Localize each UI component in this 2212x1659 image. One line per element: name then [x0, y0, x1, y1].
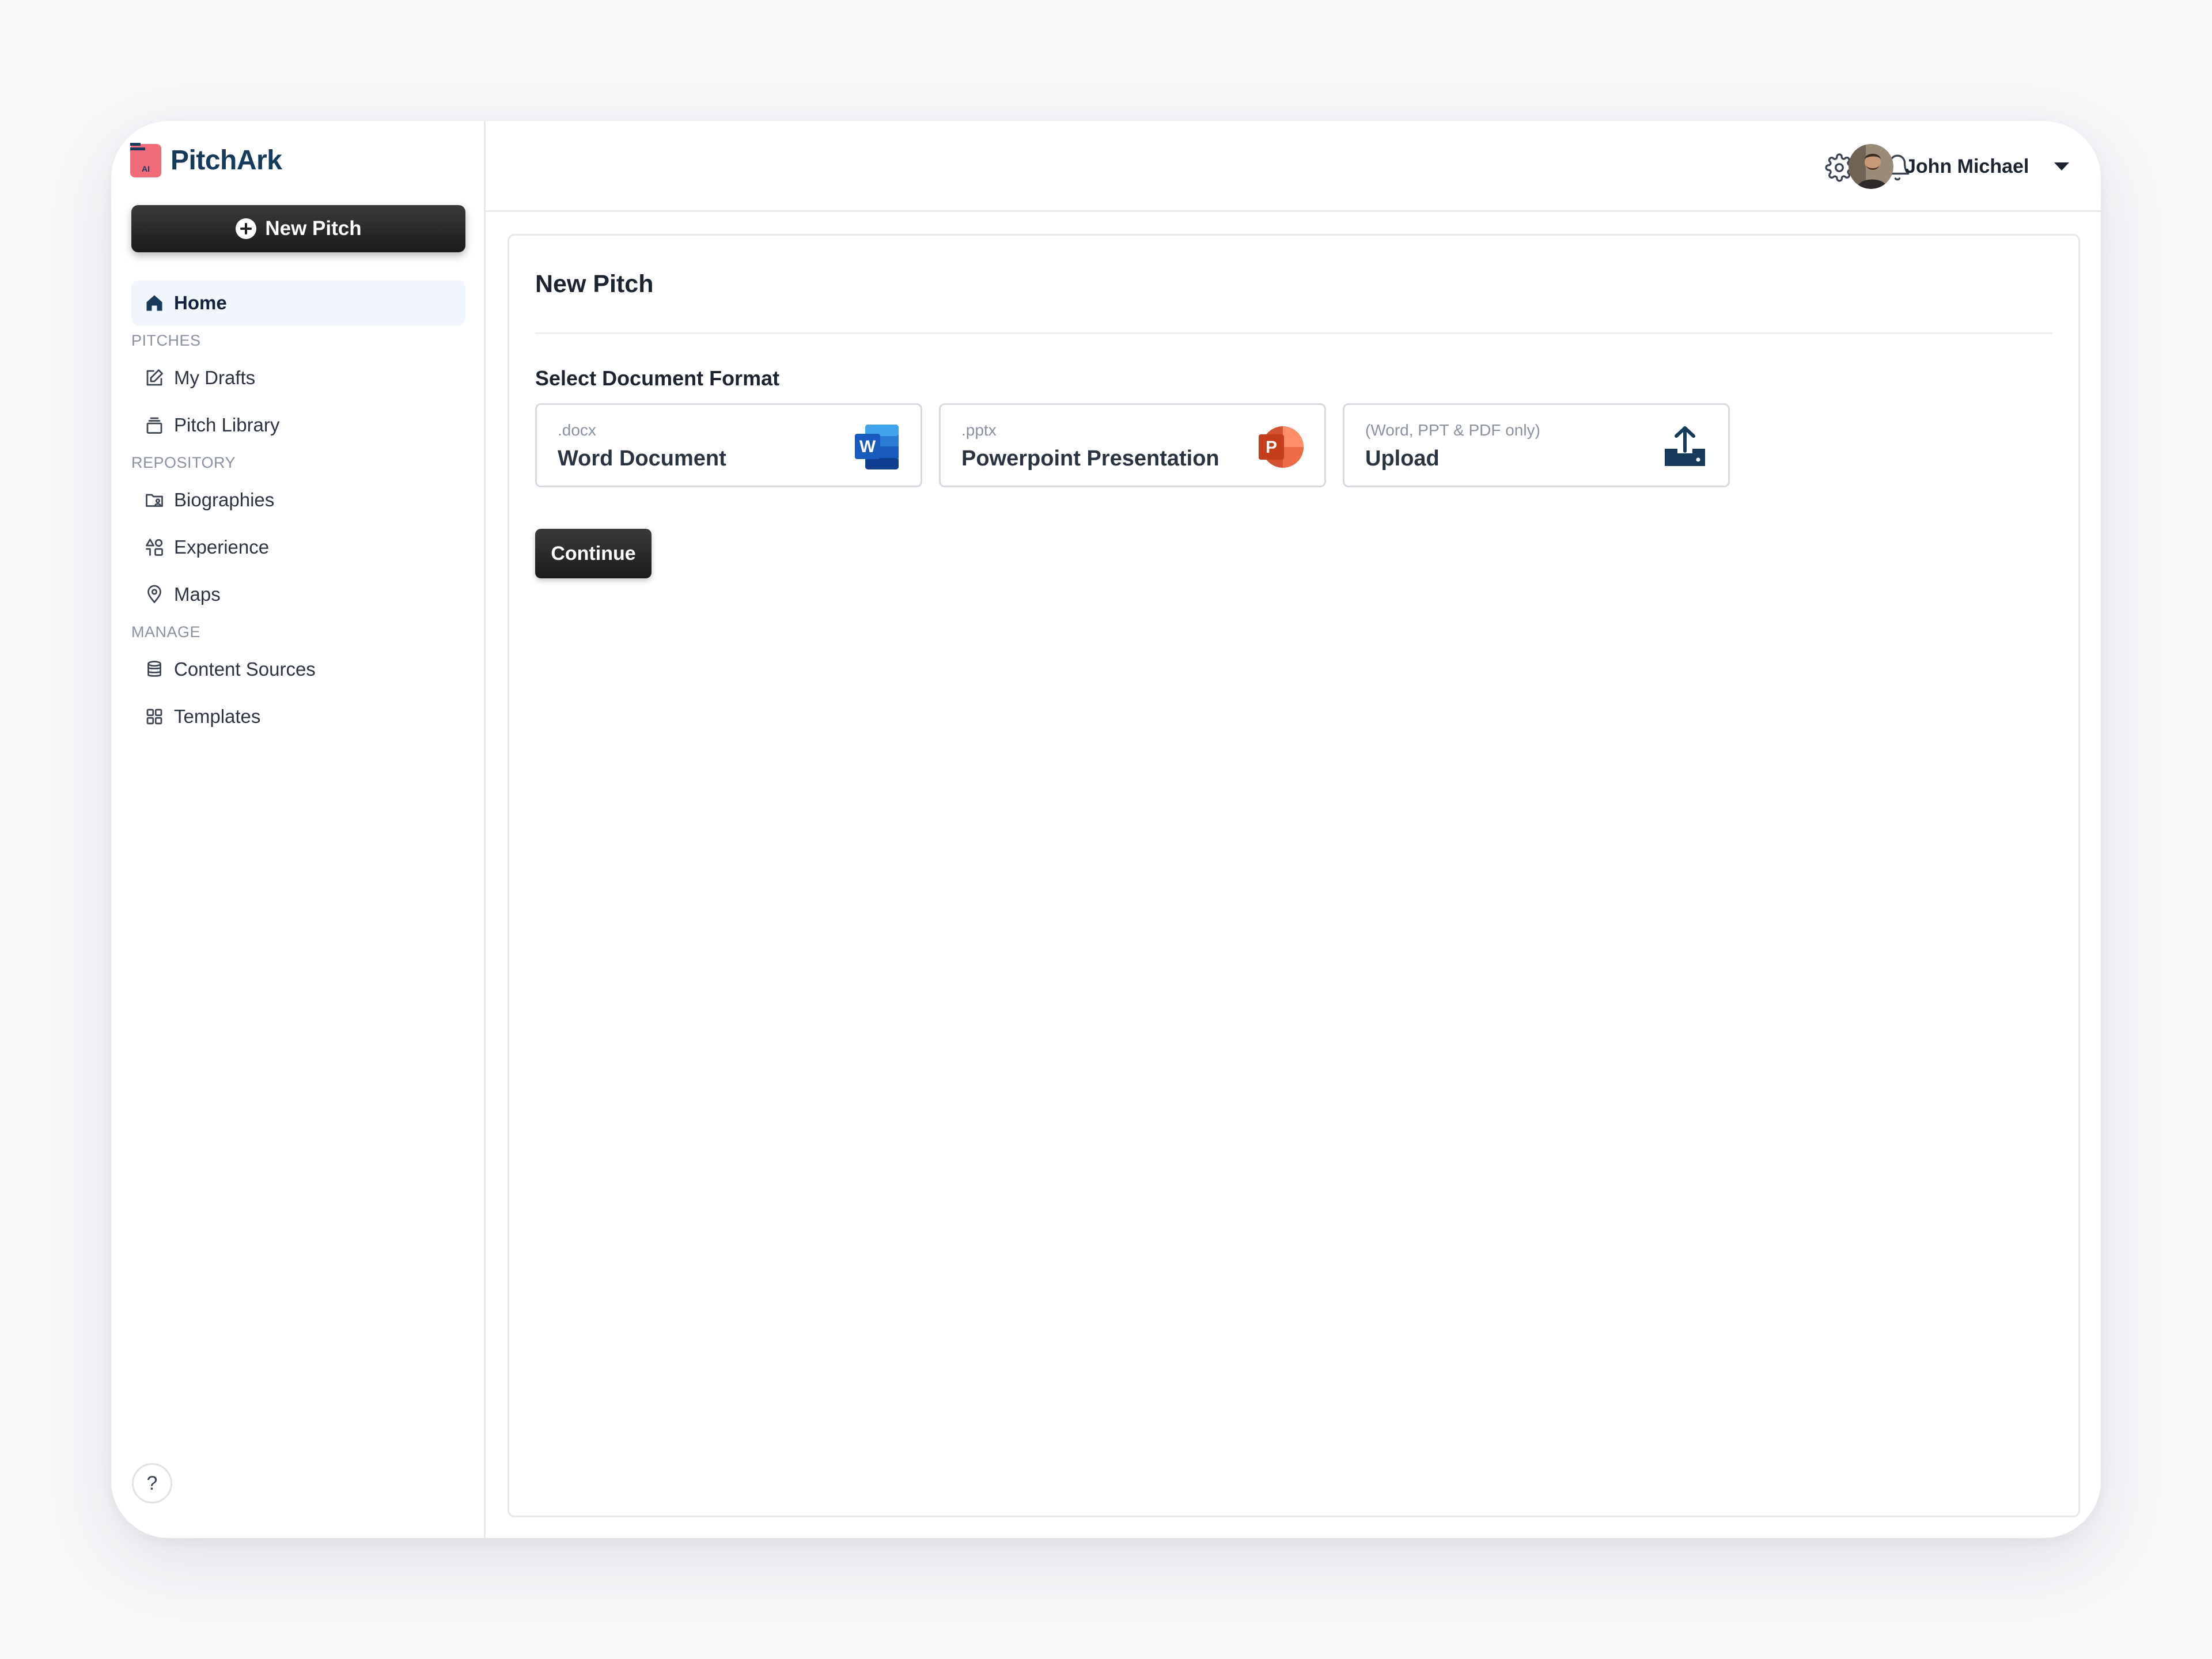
sidebar-item-label: My Drafts	[174, 367, 256, 388]
sidebar-item-label: Templates	[174, 706, 261, 727]
avatar	[1849, 144, 1893, 189]
svg-text:P: P	[1266, 438, 1277, 457]
format-extension: .docx	[558, 421, 596, 439]
new-pitch-button[interactable]: New Pitch	[131, 205, 465, 252]
section-label: Select Document Format	[535, 366, 780, 390]
sidebar-item-templates[interactable]: Templates	[131, 694, 465, 739]
library-icon	[146, 417, 162, 434]
sidebar-item-pitch-library[interactable]: Pitch Library	[131, 403, 465, 448]
nav-section-repository: REPOSITORY	[131, 454, 236, 471]
sidebar-item-home[interactable]: Home	[131, 281, 465, 325]
app-name: PitchArk	[171, 145, 282, 176]
folder-user-icon	[146, 494, 163, 507]
shapes-icon	[146, 539, 163, 556]
sidebar-item-label: Content Sources	[174, 658, 316, 680]
format-name: Word Document	[558, 446, 726, 471]
database-icon	[147, 661, 161, 677]
new-pitch-card: New Pitch Select Document Format .docx W…	[507, 234, 2080, 1517]
sidebar-item-label: Home	[174, 292, 227, 313]
user-name: John Michael	[1905, 155, 2029, 177]
format-option-word[interactable]: .docx Word Document W	[535, 403, 922, 487]
sidebar-item-my-drafts[interactable]: My Drafts	[131, 355, 465, 400]
sidebar-item-experience[interactable]: Experience	[131, 525, 465, 570]
nav-section-manage: MANAGE	[131, 623, 201, 641]
map-pin-icon	[147, 585, 161, 603]
upload-icon	[1665, 426, 1705, 466]
app-logo[interactable]: AI PitchArk	[130, 142, 282, 179]
grid-icon	[146, 709, 162, 725]
svg-text:W: W	[859, 437, 876, 456]
powerpoint-icon: P	[1259, 426, 1304, 468]
sidebar-item-biographies[interactable]: Biographies	[131, 478, 465, 522]
sidebar-item-label: Pitch Library	[174, 414, 280, 435]
format-extension: .pptx	[961, 421, 997, 439]
format-option-powerpoint[interactable]: .pptx Powerpoint Presentation P	[939, 403, 1326, 487]
sidebar-item-label: Experience	[174, 536, 270, 558]
sidebar: AI PitchArk New Pitch Home PITCHES My Dr…	[111, 121, 486, 1538]
word-icon: W	[855, 425, 899, 469]
sidebar-item-maps[interactable]: Maps	[131, 572, 465, 617]
home-icon	[146, 295, 162, 311]
format-name: Powerpoint Presentation	[961, 446, 1219, 471]
page-title: New Pitch	[535, 270, 654, 298]
format-option-upload[interactable]: (Word, PPT & PDF only) Upload	[1343, 403, 1730, 487]
plus-circle-icon	[236, 218, 257, 239]
top-header: John Michael	[486, 121, 2101, 212]
pitchark-logo-icon: AI	[130, 143, 161, 177]
sidebar-item-label: Maps	[174, 584, 221, 605]
format-extension: (Word, PPT & PDF only)	[1365, 421, 1540, 439]
edit-icon	[146, 369, 163, 386]
user-menu[interactable]: John Michael	[1849, 143, 2070, 190]
help-button[interactable]: ?	[132, 1463, 172, 1503]
app-window: AI PitchArk New Pitch Home PITCHES My Dr…	[111, 121, 2101, 1538]
sidebar-nav: Home PITCHES My Drafts Pitch Library REP…	[131, 281, 465, 741]
sidebar-item-label: Biographies	[174, 489, 275, 510]
new-pitch-label: New Pitch	[265, 217, 362, 240]
format-name: Upload	[1365, 446, 1440, 471]
svg-text:AI: AI	[142, 164, 150, 173]
continue-button[interactable]: Continue	[535, 529, 652, 578]
nav-section-pitches: PITCHES	[131, 332, 201, 349]
sidebar-item-content-sources[interactable]: Content Sources	[131, 647, 465, 692]
divider	[535, 332, 2052, 334]
chevron-down-icon[interactable]	[2053, 161, 2070, 172]
